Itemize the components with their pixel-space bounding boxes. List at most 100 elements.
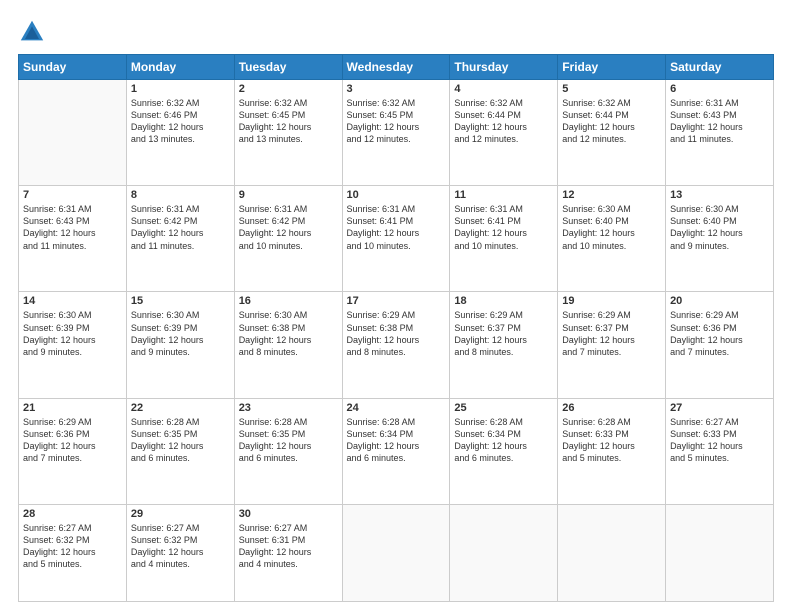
calendar-cell: 9 Sunrise: 6:31 AM Sunset: 6:42 PM Daylig… <box>234 186 342 292</box>
calendar-cell: 7 Sunrise: 6:31 AM Sunset: 6:43 PM Daylig… <box>19 186 127 292</box>
calendar-cell: 8 Sunrise: 6:31 AM Sunset: 6:42 PM Daylig… <box>126 186 234 292</box>
day-info: Sunrise: 6:30 AM Sunset: 6:39 PM Dayligh… <box>131 309 230 358</box>
day-number: 6 <box>670 83 769 95</box>
calendar-cell: 14 Sunrise: 6:30 AM Sunset: 6:39 PM Dayli… <box>19 292 127 398</box>
calendar-cell: 1Sunrise: 6:32 AM Sunset: 6:46 PM Daylig… <box>126 80 234 186</box>
calendar-cell <box>19 80 127 186</box>
calendar-cell: 30 Sunrise: 6:27 AM Sunset: 6:31 PM Dayli… <box>234 504 342 601</box>
calendar-cell: 25 Sunrise: 6:28 AM Sunset: 6:34 PM Dayli… <box>450 398 558 504</box>
day-number: 25 <box>454 402 553 414</box>
calendar-cell <box>558 504 666 601</box>
weekday-header-row: SundayMondayTuesdayWednesdayThursdayFrid… <box>19 55 774 80</box>
day-info: Sunrise: 6:29 AM Sunset: 6:37 PM Dayligh… <box>454 309 553 358</box>
day-info: Sunrise: 6:30 AM Sunset: 6:40 PM Dayligh… <box>562 203 661 252</box>
calendar-table: SundayMondayTuesdayWednesdayThursdayFrid… <box>18 54 774 602</box>
day-number: 24 <box>347 402 446 414</box>
day-number: 7 <box>23 189 122 201</box>
logo <box>18 18 50 46</box>
weekday-header-monday: Monday <box>126 55 234 80</box>
day-number: 22 <box>131 402 230 414</box>
weekday-header-wednesday: Wednesday <box>342 55 450 80</box>
calendar-cell: 13 Sunrise: 6:30 AM Sunset: 6:40 PM Dayli… <box>666 186 774 292</box>
day-info: Sunrise: 6:31 AM Sunset: 6:43 PM Dayligh… <box>23 203 122 252</box>
day-info: Sunrise: 6:30 AM Sunset: 6:39 PM Dayligh… <box>23 309 122 358</box>
calendar-cell <box>342 504 450 601</box>
calendar-cell: 6 Sunrise: 6:31 AM Sunset: 6:43 PM Daylig… <box>666 80 774 186</box>
calendar-cell: 11 Sunrise: 6:31 AM Sunset: 6:41 PM Dayli… <box>450 186 558 292</box>
day-number: 26 <box>562 402 661 414</box>
day-info: Sunrise: 6:32 AM Sunset: 6:44 PM Dayligh… <box>454 97 553 146</box>
day-info: Sunrise: 6:28 AM Sunset: 6:34 PM Dayligh… <box>454 416 553 465</box>
calendar-cell: 2 Sunrise: 6:32 AM Sunset: 6:45 PM Daylig… <box>234 80 342 186</box>
day-number: 21 <box>23 402 122 414</box>
day-number: 5 <box>562 83 661 95</box>
calendar-cell <box>450 504 558 601</box>
calendar-cell: 10 Sunrise: 6:31 AM Sunset: 6:41 PM Dayli… <box>342 186 450 292</box>
day-number: 15 <box>131 295 230 307</box>
calendar-cell <box>666 504 774 601</box>
calendar-cell: 22 Sunrise: 6:28 AM Sunset: 6:35 PM Dayli… <box>126 398 234 504</box>
calendar-cell: 12 Sunrise: 6:30 AM Sunset: 6:40 PM Dayli… <box>558 186 666 292</box>
day-info: Sunrise: 6:29 AM Sunset: 6:36 PM Dayligh… <box>23 416 122 465</box>
day-number: 19 <box>562 295 661 307</box>
day-number: 27 <box>670 402 769 414</box>
week-row-1: 1Sunrise: 6:32 AM Sunset: 6:46 PM Daylig… <box>19 80 774 186</box>
day-info: Sunrise: 6:29 AM Sunset: 6:38 PM Dayligh… <box>347 309 446 358</box>
day-number: 12 <box>562 189 661 201</box>
day-number: 3 <box>347 83 446 95</box>
calendar-cell: 20Sunrise: 6:29 AM Sunset: 6:36 PM Dayli… <box>666 292 774 398</box>
calendar-cell: 21 Sunrise: 6:29 AM Sunset: 6:36 PM Dayli… <box>19 398 127 504</box>
day-number: 9 <box>239 189 338 201</box>
day-info: Sunrise: 6:32 AM Sunset: 6:45 PM Dayligh… <box>239 97 338 146</box>
calendar-cell: 28Sunrise: 6:27 AM Sunset: 6:32 PM Dayli… <box>19 504 127 601</box>
header <box>18 18 774 46</box>
calendar-cell: 5 Sunrise: 6:32 AM Sunset: 6:44 PM Daylig… <box>558 80 666 186</box>
day-info: Sunrise: 6:27 AM Sunset: 6:31 PM Dayligh… <box>239 522 338 571</box>
day-info: Sunrise: 6:28 AM Sunset: 6:35 PM Dayligh… <box>131 416 230 465</box>
week-row-5: 28 Sunrise: 6:27 AM Sunset: 6:32 PM Dayli… <box>19 504 774 601</box>
day-info: Sunrise: 6:30 AM Sunset: 6:40 PM Dayligh… <box>670 203 769 252</box>
day-info: Sunrise: 6:31 AM Sunset: 6:43 PM Dayligh… <box>670 97 769 146</box>
day-info: Sunrise: 6:32 AM Sunset: 6:46 PM Dayligh… <box>131 97 230 146</box>
day-number: 29 <box>131 508 230 520</box>
weekday-header-friday: Friday <box>558 55 666 80</box>
calendar-cell: 3 Sunrise: 6:32 AM Sunset: 6:45 PM Daylig… <box>342 80 450 186</box>
day-number: 30 <box>239 508 338 520</box>
calendar-cell: 24 Sunrise: 6:28 AM Sunset: 6:34 PM Dayli… <box>342 398 450 504</box>
day-number: 23 <box>239 402 338 414</box>
weekday-header-sunday: Sunday <box>19 55 127 80</box>
day-info: Sunrise: 6:29 AM Sunset: 6:37 PM Dayligh… <box>562 309 661 358</box>
day-info: Sunrise: 6:30 AM Sunset: 6:38 PM Dayligh… <box>239 309 338 358</box>
day-info: Sunrise: 6:31 AM Sunset: 6:42 PM Dayligh… <box>239 203 338 252</box>
day-info: Sunrise: 6:31 AM Sunset: 6:41 PM Dayligh… <box>454 203 553 252</box>
week-row-3: 14 Sunrise: 6:30 AM Sunset: 6:39 PM Dayli… <box>19 292 774 398</box>
day-number: 4 <box>454 83 553 95</box>
day-info: Sunrise: 6:27 AM Sunset: 6:32 PM Dayligh… <box>131 522 230 571</box>
calendar-cell: 15 Sunrise: 6:30 AM Sunset: 6:39 PM Dayli… <box>126 292 234 398</box>
calendar-cell: 29 Sunrise: 6:27 AM Sunset: 6:32 PM Dayli… <box>126 504 234 601</box>
day-number: 10 <box>347 189 446 201</box>
calendar-cell: 4 Sunrise: 6:32 AM Sunset: 6:44 PM Daylig… <box>450 80 558 186</box>
calendar-cell: 16Sunrise: 6:30 AM Sunset: 6:38 PM Dayli… <box>234 292 342 398</box>
day-number: 2 <box>239 83 338 95</box>
day-info: Sunrise: 6:32 AM Sunset: 6:44 PM Dayligh… <box>562 97 661 146</box>
calendar-cell: 26 Sunrise: 6:28 AM Sunset: 6:33 PM Dayli… <box>558 398 666 504</box>
day-info: Sunrise: 6:28 AM Sunset: 6:33 PM Dayligh… <box>562 416 661 465</box>
day-info: Sunrise: 6:29 AM Sunset: 6:36 PM Dayligh… <box>670 309 769 358</box>
week-row-2: 7 Sunrise: 6:31 AM Sunset: 6:43 PM Daylig… <box>19 186 774 292</box>
day-number: 14 <box>23 295 122 307</box>
day-number: 17 <box>347 295 446 307</box>
day-info: Sunrise: 6:31 AM Sunset: 6:41 PM Dayligh… <box>347 203 446 252</box>
day-info: Sunrise: 6:28 AM Sunset: 6:34 PM Dayligh… <box>347 416 446 465</box>
day-info: Sunrise: 6:31 AM Sunset: 6:42 PM Dayligh… <box>131 203 230 252</box>
weekday-header-tuesday: Tuesday <box>234 55 342 80</box>
calendar-cell: 18Sunrise: 6:29 AM Sunset: 6:37 PM Dayli… <box>450 292 558 398</box>
day-number: 11 <box>454 189 553 201</box>
day-info: Sunrise: 6:32 AM Sunset: 6:45 PM Dayligh… <box>347 97 446 146</box>
calendar-cell: 27Sunrise: 6:27 AM Sunset: 6:33 PM Dayli… <box>666 398 774 504</box>
day-number: 8 <box>131 189 230 201</box>
day-number: 28 <box>23 508 122 520</box>
day-number: 13 <box>670 189 769 201</box>
week-row-4: 21 Sunrise: 6:29 AM Sunset: 6:36 PM Dayli… <box>19 398 774 504</box>
calendar-cell: 19 Sunrise: 6:29 AM Sunset: 6:37 PM Dayli… <box>558 292 666 398</box>
